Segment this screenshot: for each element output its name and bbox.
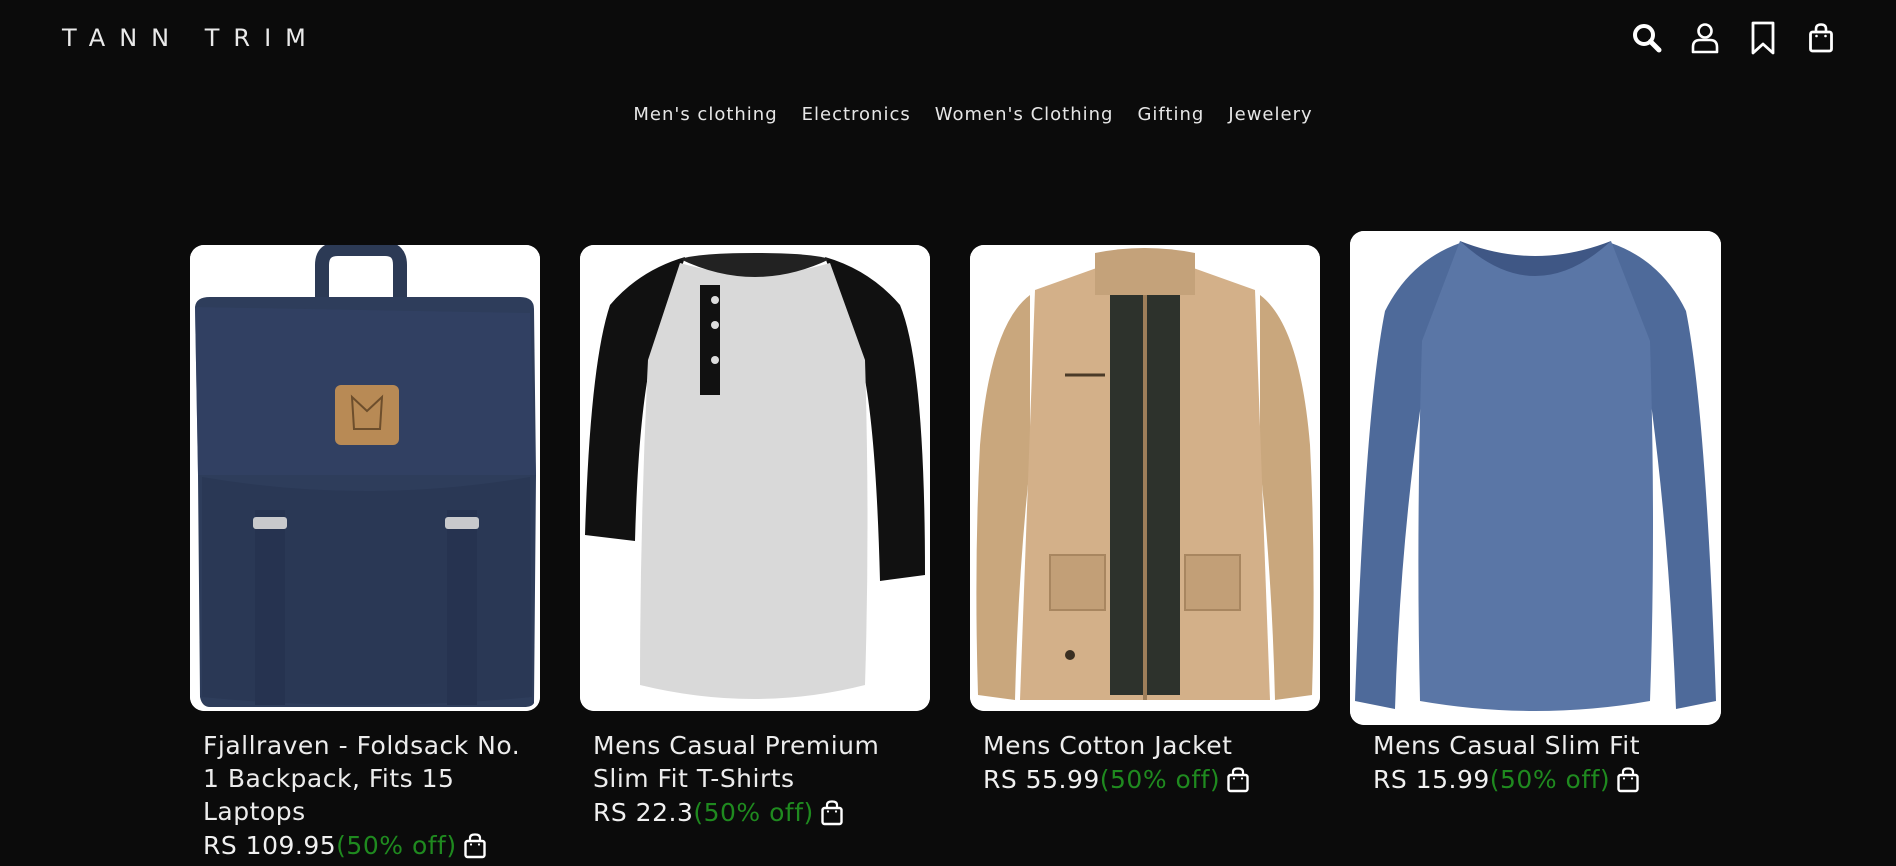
add-to-cart-icon[interactable]	[463, 833, 487, 859]
product-card[interactable]: Mens Casual Slim Fit RS 15.99 (50% off)	[1350, 231, 1721, 798]
search-icon[interactable]	[1630, 20, 1664, 56]
page: TANN TRIM Men's clothing Electronics Wom…	[0, 0, 1896, 866]
product-image-backpack[interactable]	[190, 245, 540, 711]
brand-logo[interactable]: TANN TRIM	[62, 24, 320, 52]
discount-badge: (50% off)	[336, 831, 457, 860]
header-icons	[1630, 20, 1838, 56]
discount-badge: (50% off)	[1489, 765, 1611, 794]
add-to-cart-icon[interactable]	[1616, 767, 1640, 793]
bag-icon[interactable]	[1804, 20, 1838, 56]
product-price: RS 22.3	[593, 798, 694, 827]
product-card[interactable]: Mens Cotton Jacket RS 55.99 (50% off)	[970, 245, 1320, 798]
user-icon[interactable]	[1688, 20, 1722, 56]
product-image-jacket[interactable]	[970, 245, 1320, 711]
product-image-longsleeve[interactable]	[1350, 231, 1721, 725]
product-image-tshirt[interactable]	[580, 245, 930, 711]
product-price: RS 109.95	[203, 831, 337, 860]
nav-item-electronics[interactable]: Electronics	[802, 104, 911, 125]
nav-item-jewelery[interactable]: Jewelery	[1228, 104, 1312, 125]
product-title[interactable]: Mens Casual Premium Slim Fit T-Shirts	[593, 729, 930, 795]
category-nav: Men's clothing Electronics Women's Cloth…	[0, 104, 1896, 125]
nav-item-mens-clothing[interactable]: Men's clothing	[633, 104, 777, 125]
product-card[interactable]: Fjallraven - Foldsack No. 1 Backpack, Fi…	[190, 245, 540, 864]
nav-item-womens-clothing[interactable]: Women's Clothing	[935, 104, 1114, 125]
discount-badge: (50% off)	[693, 798, 814, 827]
product-title[interactable]: Mens Cotton Jacket	[983, 729, 1320, 762]
product-title[interactable]: Mens Casual Slim Fit	[1373, 729, 1721, 762]
add-to-cart-icon[interactable]	[1226, 767, 1250, 793]
product-price: RS 15.99	[1373, 765, 1490, 794]
add-to-cart-icon[interactable]	[820, 800, 844, 826]
product-card[interactable]: Mens Casual Premium Slim Fit T-Shirts RS…	[580, 245, 930, 831]
product-title[interactable]: Fjallraven - Foldsack No. 1 Backpack, Fi…	[203, 729, 540, 828]
nav-item-gifting[interactable]: Gifting	[1137, 104, 1204, 125]
bookmark-icon[interactable]	[1746, 20, 1780, 56]
product-price: RS 55.99	[983, 765, 1100, 794]
discount-badge: (50% off)	[1099, 765, 1221, 794]
